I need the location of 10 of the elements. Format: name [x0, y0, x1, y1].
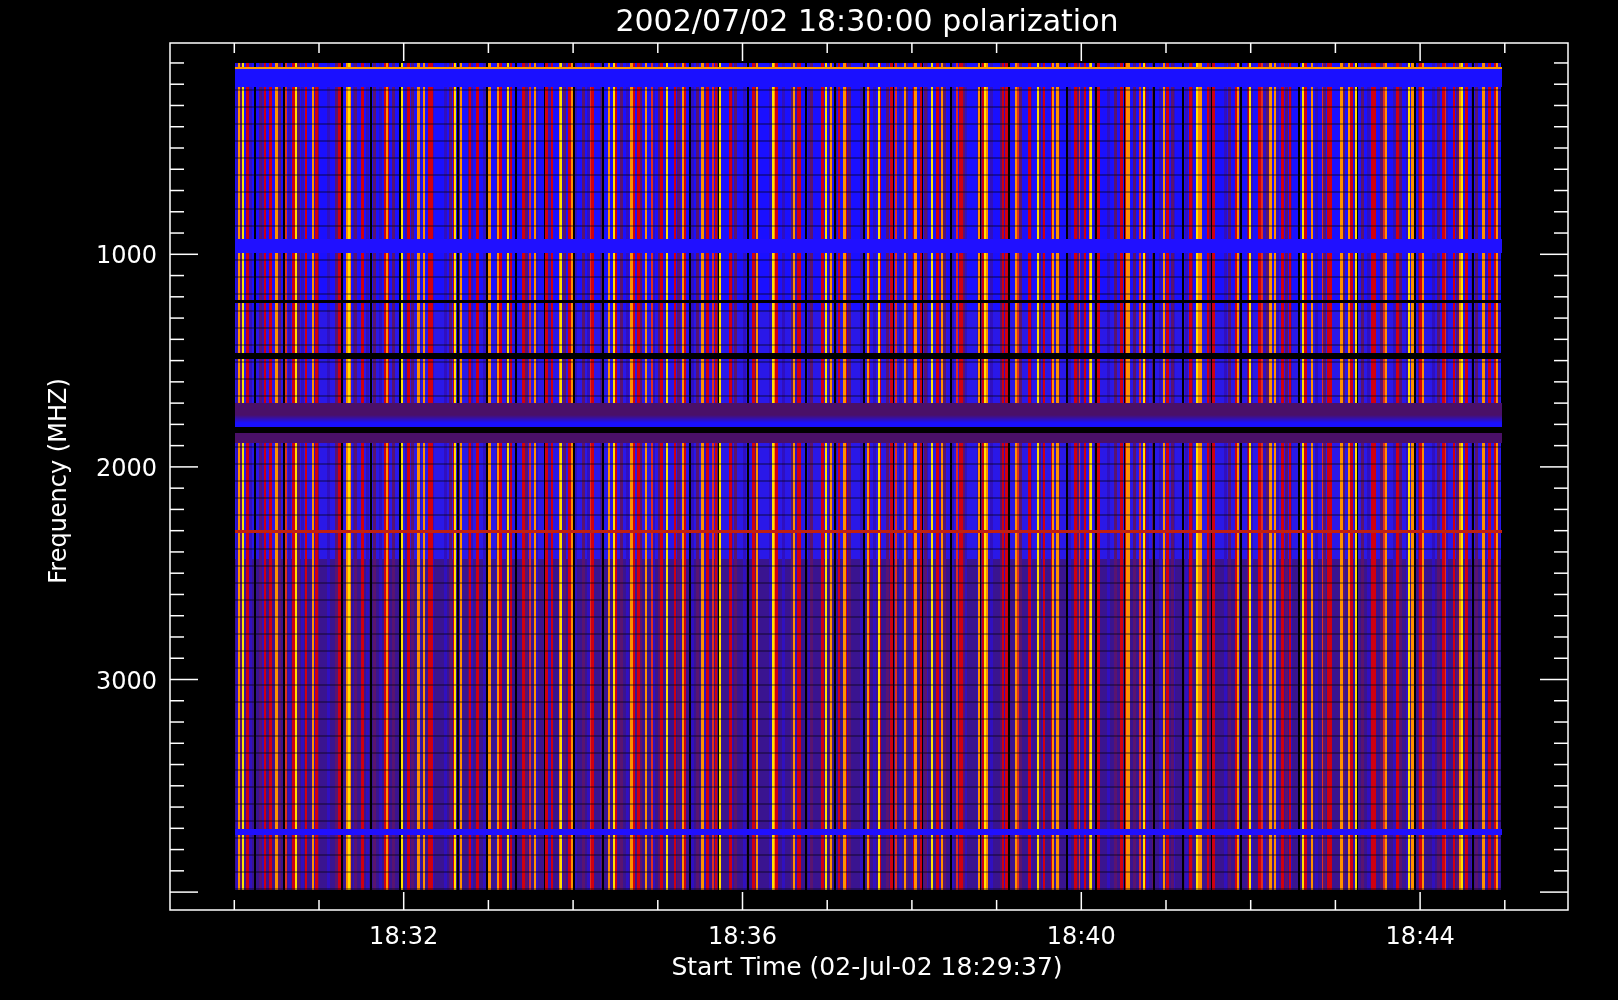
- x-axis-label: Start Time (02-Jul-02 18:29:37): [671, 952, 1063, 981]
- x-tick-label: 18:32: [369, 922, 439, 950]
- y-tick-label: 2000: [95, 453, 157, 482]
- x-tick-label: 18:40: [1046, 922, 1116, 950]
- y-tick-label: 1000: [95, 241, 157, 270]
- y-axis-label: Frequency (MHZ): [44, 378, 72, 584]
- x-tick-label: 18:44: [1385, 922, 1455, 950]
- chart-title: 2002/07/02 18:30:00 polarization: [615, 3, 1119, 38]
- y-tick-label: 3000: [95, 666, 157, 695]
- x-tick-label: 18:36: [707, 922, 778, 950]
